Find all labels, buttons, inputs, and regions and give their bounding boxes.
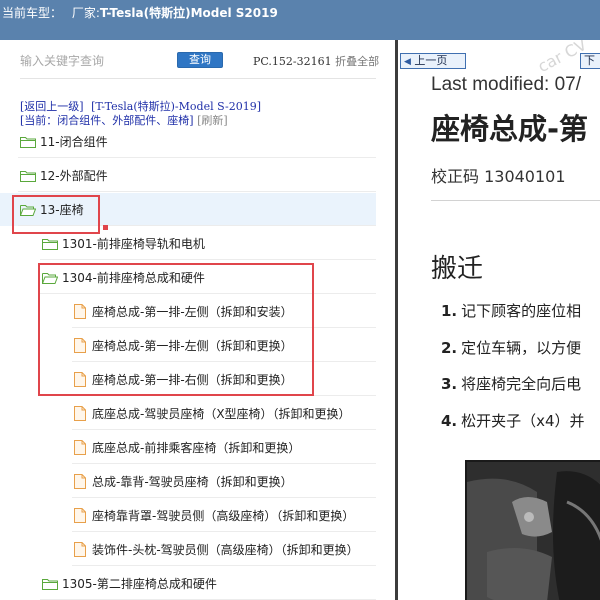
- row-separator: [72, 531, 376, 532]
- row-separator: [40, 259, 376, 260]
- tree-item-label: 12-外部配件: [40, 169, 108, 183]
- seat-photo-drawing: [467, 462, 600, 600]
- step-number: 3.: [441, 375, 458, 393]
- step-3: 3. 将座椅完全向后电: [441, 373, 581, 394]
- tree-item-label: 1301-前排座椅导轨和电机: [62, 237, 205, 251]
- tree-file-item[interactable]: 装饰件-头枕-驾驶员侧（高级座椅）（拆卸和更换）: [0, 533, 376, 566]
- title-prefix: 当前车型：: [2, 6, 63, 20]
- tree-folder-item[interactable]: 1305-第二排座椅总成和硬件: [0, 567, 376, 600]
- divider: [20, 78, 376, 79]
- tree-item-label: 总成-靠背-驾驶员座椅（拆卸和更换）: [92, 475, 293, 489]
- step-number: 2.: [441, 339, 458, 357]
- step-text: 松开夹子（x4）并: [461, 412, 585, 430]
- doc-divider: [431, 200, 600, 201]
- title-bar: 当前车型： 厂家:T-Tesla(特斯拉)Model S2019: [0, 0, 600, 40]
- next-page-button[interactable]: 下: [580, 53, 600, 69]
- document-icon: [74, 474, 86, 489]
- row-separator: [72, 565, 376, 566]
- vehicle-link[interactable]: [T-Tesla(特斯拉)-Model S-2019]: [91, 100, 261, 113]
- document-pane: ◀ 上一页 下 car CV Last modified: 07/ 座椅总成-第…: [398, 40, 600, 600]
- folder-icon: [20, 170, 36, 182]
- row-separator: [72, 463, 376, 464]
- tree-folder-item[interactable]: 11-闭合组件: [0, 125, 376, 158]
- prev-page-button[interactable]: ◀ 上一页: [400, 53, 466, 69]
- step-number: 1.: [441, 302, 458, 320]
- query-button[interactable]: 查询: [177, 52, 223, 68]
- arrow-left-icon: ◀: [404, 57, 411, 67]
- catalog-pane: 查询 PC.152-32161 折叠全部 [返回上一级] [T-Tesla(特斯…: [0, 40, 395, 600]
- tree-item-label: 11-闭合组件: [40, 135, 108, 149]
- collapse-all-link[interactable]: 折叠全部: [335, 55, 379, 68]
- title-maker: 厂家:: [71, 6, 100, 20]
- highlight-box-seats: [12, 195, 100, 234]
- step-text: 记下顾客的座位相: [461, 302, 582, 320]
- last-modified: Last modified: 07/: [431, 74, 581, 95]
- tree-folder-item[interactable]: 12-外部配件: [0, 159, 376, 192]
- folder-icon: [42, 238, 58, 250]
- step-4: 4. 松开夹子（x4）并: [441, 410, 585, 431]
- search-row: 查询 PC.152-32161 折叠全部: [20, 51, 390, 71]
- tree-file-item[interactable]: 底座总成-驾驶员座椅（X型座椅）（拆卸和更换）: [0, 397, 376, 430]
- tree-file-item[interactable]: 总成-靠背-驾驶员座椅（拆卸和更换）: [0, 465, 376, 498]
- highlight-marker: [103, 225, 108, 230]
- row-separator: [72, 429, 376, 430]
- window-title: 当前车型： 厂家:T-Tesla(特斯拉)Model S2019: [2, 4, 278, 21]
- section-heading: 搬迁: [431, 254, 484, 284]
- tree-item-label: 1305-第二排座椅总成和硬件: [62, 577, 217, 591]
- title-model: T-Tesla(特斯拉)Model S2019: [99, 6, 278, 20]
- prev-page-label: 上一页: [414, 54, 448, 67]
- tree-item-label: 底座总成-驾驶员座椅（X型座椅）（拆卸和更换）: [92, 407, 351, 421]
- tree-item-label: 装饰件-头枕-驾驶员侧（高级座椅）（拆卸和更换）: [92, 543, 359, 557]
- highlight-box-front-seats: [38, 263, 314, 396]
- step-1: 1. 记下顾客的座位相: [441, 300, 581, 321]
- folder-icon: [42, 578, 58, 590]
- part-code: PC.152-32161: [253, 55, 332, 68]
- step-text: 将座椅完全向后电: [461, 375, 582, 393]
- row-separator: [18, 157, 376, 158]
- search-input[interactable]: [20, 51, 170, 71]
- breadcrumb: [返回上一级] [T-Tesla(特斯拉)-Model S-2019] [当前：…: [20, 100, 261, 128]
- next-page-label: 下: [584, 54, 595, 67]
- step-2: 2. 定位车辆，以方便: [441, 337, 581, 358]
- tree-file-item[interactable]: 底座总成-前排乘客座椅（拆卸和更换）: [0, 431, 376, 464]
- tree-item-label: 底座总成-前排乘客座椅（拆卸和更换）: [92, 441, 301, 455]
- document-icon: [74, 508, 86, 523]
- folder-icon: [20, 136, 36, 148]
- document-icon: [74, 542, 86, 557]
- document-icon: [74, 440, 86, 455]
- tree-item-label: 座椅靠背罩-驾驶员侧（高级座椅）（拆卸和更换）: [92, 509, 355, 523]
- step-text: 定位车辆，以方便: [461, 339, 582, 357]
- back-link[interactable]: [返回上一级]: [20, 100, 84, 113]
- row-separator: [18, 191, 376, 192]
- row-separator: [72, 497, 376, 498]
- document-icon: [74, 406, 86, 421]
- seat-photo: [465, 460, 600, 600]
- check-code: 校正码 13040101: [431, 167, 566, 186]
- tree-file-item[interactable]: 座椅靠背罩-驾驶员侧（高级座椅）（拆卸和更换）: [0, 499, 376, 532]
- step-number: 4.: [441, 412, 458, 430]
- search-meta: PC.152-32161 折叠全部: [253, 53, 379, 69]
- doc-title: 座椅总成-第: [431, 112, 589, 146]
